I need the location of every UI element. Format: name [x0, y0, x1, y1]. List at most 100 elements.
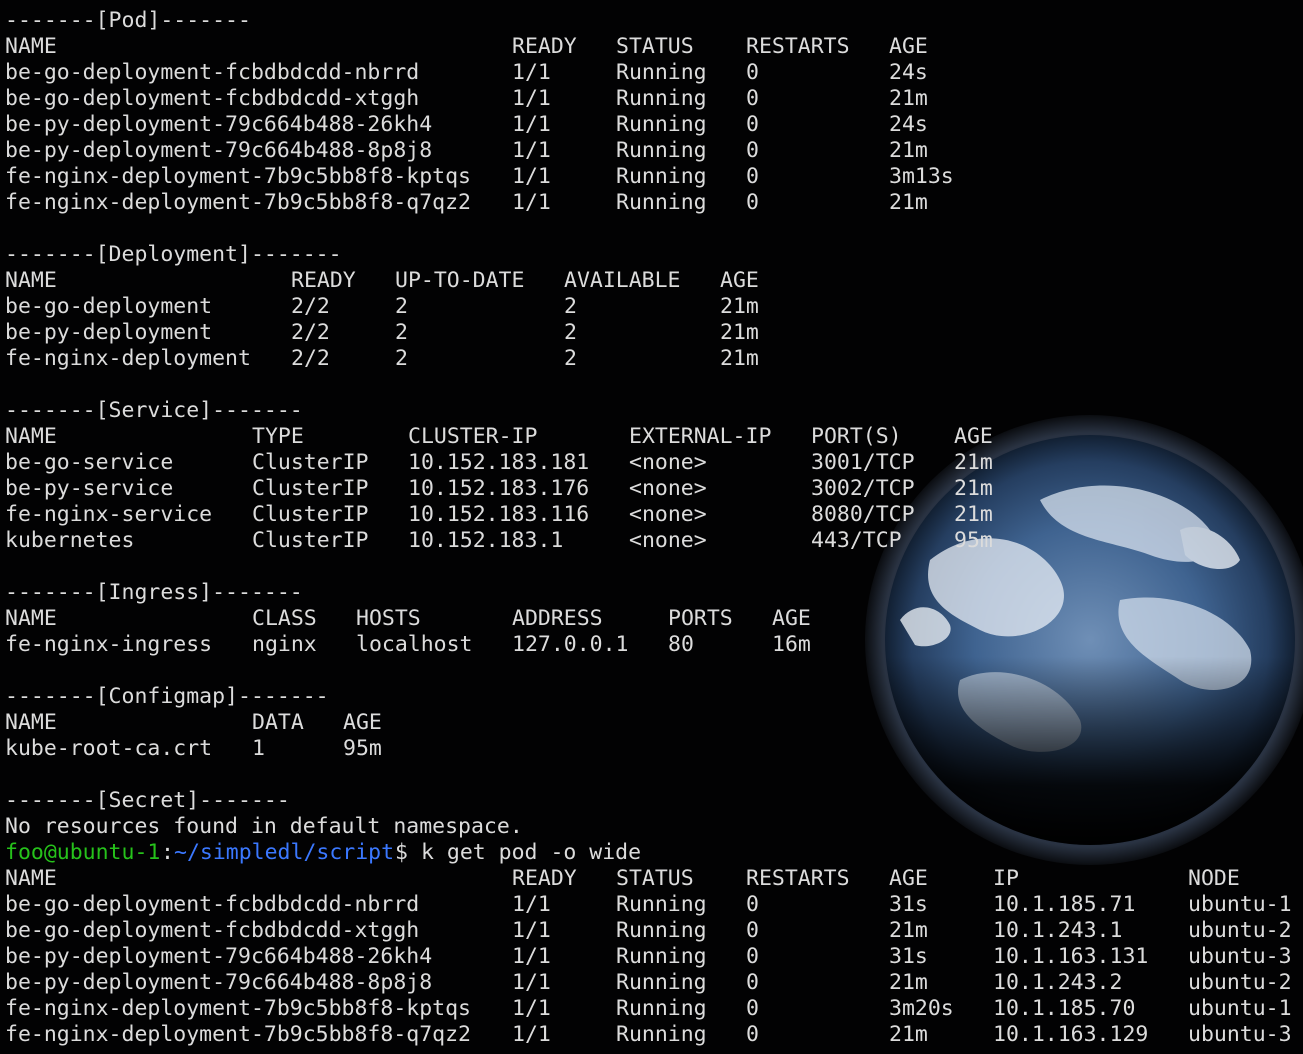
table-cell: 2 — [564, 294, 577, 319]
table-cell: 127.0.0.1 — [512, 632, 629, 657]
table-cell: 21m — [720, 346, 759, 371]
column-header: AGE — [954, 424, 993, 449]
table-cell: be-go-service — [5, 450, 174, 475]
table-cell: ubuntu-2 — [1188, 918, 1292, 943]
table-cell: 3m13s — [889, 164, 954, 189]
table-cell: Running — [616, 138, 707, 163]
terminal-window[interactable]: -------[Pod]------- NAME READY STATUS RESTAR… — [0, 0, 1303, 1054]
table-cell: be-py-deployment-79c664b488-8p8j8 — [5, 970, 433, 995]
table-cell: -------[Configmap]------- — [5, 684, 329, 709]
table-cell: 443/TCP — [811, 528, 902, 553]
table-cell: localhost — [356, 632, 473, 657]
table-cell: fe-nginx-deployment-7b9c5bb8f8-kptqs — [5, 996, 471, 1021]
column-header: UP-TO-DATE — [395, 268, 525, 293]
column-header: AGE — [889, 34, 928, 59]
table-cell: 0 — [746, 60, 759, 85]
table-cell: Running — [616, 892, 707, 917]
table-cell: 10.1.185.70 — [993, 996, 1136, 1021]
table-cell: 31s — [889, 944, 928, 969]
table-cell: 31s — [889, 892, 928, 917]
table-cell: 1/1 — [512, 190, 551, 215]
table-cell: 1/1 — [512, 112, 551, 137]
column-header: NAME — [5, 606, 57, 631]
table-cell: be-py-service — [5, 476, 174, 501]
table-cell: -------[Service]------- — [5, 398, 303, 423]
table-cell: 1/1 — [512, 138, 551, 163]
table-cell: be-py-deployment — [5, 320, 213, 345]
table-cell: 10.1.185.71 — [993, 892, 1136, 917]
table-cell: fe-nginx-deployment — [5, 346, 251, 371]
table-cell: be-go-deployment-fcbdbdcdd-xtggh — [5, 86, 420, 111]
table-cell: fe-nginx-ingress — [5, 632, 213, 657]
column-header: RESTARTS — [746, 34, 850, 59]
table-cell: 21m — [889, 138, 928, 163]
prompt-symbol: $ — [395, 840, 408, 865]
table-cell: 21m — [954, 450, 993, 475]
table-cell: 1/1 — [512, 1022, 551, 1047]
table-cell: Running — [616, 996, 707, 1021]
column-header: AGE — [772, 606, 811, 631]
table-cell: 1/1 — [512, 970, 551, 995]
table-cell: 1/1 — [512, 918, 551, 943]
table-cell: No resources found in default namespace. — [5, 814, 523, 839]
table-cell: 0 — [746, 112, 759, 137]
column-header: EXTERNAL-IP — [629, 424, 772, 449]
table-cell: 80 — [668, 632, 694, 657]
table-cell: 24s — [889, 60, 928, 85]
column-header: AGE — [720, 268, 759, 293]
column-header: NODE — [1188, 866, 1240, 891]
column-header: DATA — [252, 710, 304, 735]
table-cell: ubuntu-3 — [1188, 944, 1292, 969]
table-cell: <none> — [629, 450, 707, 475]
column-header: PORTS — [668, 606, 733, 631]
table-cell: 0 — [746, 892, 759, 917]
table-cell: nginx — [252, 632, 317, 657]
table-cell: 2 — [395, 346, 408, 371]
table-cell: -------[Deployment]------- — [5, 242, 342, 267]
table-cell: Running — [616, 164, 707, 189]
table-cell: be-py-deployment-79c664b488-26kh4 — [5, 112, 433, 137]
table-cell: 10.1.243.2 — [993, 970, 1123, 995]
column-header: TYPE — [252, 424, 304, 449]
prompt-separator: : — [161, 840, 174, 865]
table-cell: ClusterIP — [252, 502, 369, 527]
table-cell: <none> — [629, 502, 707, 527]
table-cell: Running — [616, 86, 707, 111]
table-cell: 3001/TCP — [811, 450, 915, 475]
prompt-user: foo@ubuntu-1 — [5, 840, 161, 865]
table-cell: 10.1.243.1 — [993, 918, 1123, 943]
table-cell: 0 — [746, 1022, 759, 1047]
table-cell: Running — [616, 190, 707, 215]
table-cell: -------[Secret]------- — [5, 788, 290, 813]
table-cell: Running — [616, 970, 707, 995]
column-header: CLUSTER-IP — [408, 424, 538, 449]
column-header: READY — [512, 34, 577, 59]
table-cell: 95m — [343, 736, 382, 761]
table-cell: 21m — [889, 86, 928, 111]
table-cell: 10.1.163.131 — [993, 944, 1149, 969]
table-cell: kubernetes — [5, 528, 135, 553]
table-cell: 0 — [746, 944, 759, 969]
table-cell: 2 — [395, 294, 408, 319]
column-header: NAME — [5, 710, 57, 735]
table-cell: 21m — [720, 294, 759, 319]
table-cell: 10.152.183.176 — [408, 476, 590, 501]
column-header: STATUS — [616, 34, 694, 59]
column-header: PORT(S) — [811, 424, 902, 449]
column-header: CLASS — [252, 606, 317, 631]
table-cell: 2/2 — [291, 346, 330, 371]
table-cell: 10.152.183.116 — [408, 502, 590, 527]
table-cell: -------[Ingress]------- — [5, 580, 303, 605]
table-cell: 0 — [746, 996, 759, 1021]
table-cell: be-go-deployment-fcbdbdcdd-nbrrd — [5, 60, 420, 85]
table-cell: ubuntu-2 — [1188, 970, 1292, 995]
column-header: AVAILABLE — [564, 268, 681, 293]
table-cell: 1/1 — [512, 86, 551, 111]
column-header: ADDRESS — [512, 606, 603, 631]
table-cell: 0 — [746, 86, 759, 111]
command-text: k get pod -o wide — [421, 840, 642, 865]
table-cell: 0 — [746, 970, 759, 995]
table-cell: 21m — [954, 476, 993, 501]
table-cell: ubuntu-3 — [1188, 1022, 1292, 1047]
table-cell: be-py-deployment-79c664b488-26kh4 — [5, 944, 433, 969]
